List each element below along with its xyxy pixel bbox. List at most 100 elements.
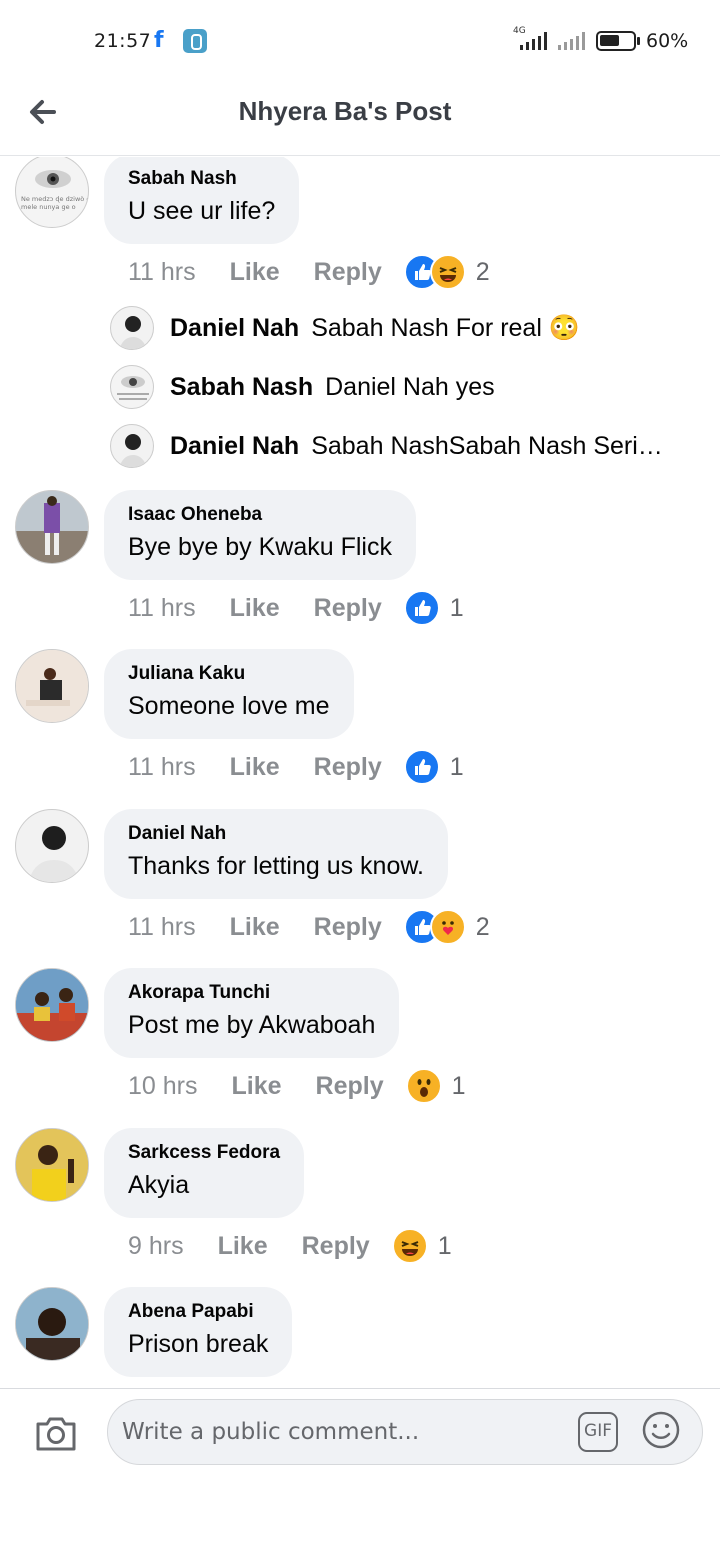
reply-button[interactable]: Reply (314, 753, 382, 782)
comment-text: Post me by Akwaboah (128, 1011, 376, 1039)
reply-button[interactable]: Reply (314, 913, 382, 942)
avatar[interactable] (15, 1287, 89, 1361)
reply-text: Sabah NashSabah Nash Seri… (311, 431, 663, 460)
reaction-count: 1 (449, 752, 464, 781)
avatar[interactable] (15, 490, 89, 564)
reply-item[interactable]: Sabah Nash Daniel Nah yes (110, 365, 495, 409)
status-time: 21:57 (94, 30, 152, 52)
reply-button[interactable]: Reply (314, 258, 382, 287)
reaction-count: 1 (449, 593, 464, 622)
like-button[interactable]: Like (230, 258, 280, 287)
battery-icon (596, 31, 640, 51)
like-button[interactable]: Like (218, 1232, 268, 1261)
comments-list: Ne medzɔ ɖe dziwò o mele nunya ge o Saba… (0, 157, 720, 1387)
reaction-count: 2 (475, 912, 490, 941)
comment-author[interactable]: Sabah Nash (128, 168, 275, 190)
app-notification-icon (183, 29, 207, 53)
status-bar: 21:57 f 4G 60% (0, 0, 720, 80)
emoji-button[interactable] (641, 1410, 681, 1450)
comment-time: 11 hrs (128, 752, 196, 781)
battery-fill (600, 35, 619, 46)
comment-actions: 10 hrs Like Reply 1 (128, 1068, 466, 1104)
like-reaction-icon (403, 749, 440, 785)
reply-button[interactable]: Reply (314, 594, 382, 623)
comment-time: 10 hrs (128, 1071, 198, 1100)
comment-bubble[interactable]: Akorapa Tunchi Post me by Akwaboah (104, 968, 400, 1058)
reply-item[interactable]: Daniel Nah Sabah Nash For real 😳 (110, 306, 580, 350)
signal-strength-sim2-icon (556, 32, 586, 50)
eye-drawing-icon: Ne medzɔ ɖe dziwò o mele nunya ge o (21, 170, 89, 211)
comment-time: 11 hrs (128, 912, 196, 941)
comment-bubble[interactable]: Daniel Nah Thanks for letting us know. (104, 809, 448, 899)
camera-button[interactable] (34, 1413, 78, 1453)
like-button[interactable]: Like (231, 1072, 281, 1101)
avatar[interactable] (110, 365, 154, 409)
camera-icon (36, 1417, 76, 1451)
comment-bubble[interactable]: Sarkcess Fedora Akyia (104, 1128, 305, 1218)
comment-author[interactable]: Akorapa Tunchi (128, 982, 375, 1004)
reaction-summary[interactable]: 1 (405, 1068, 466, 1104)
reply-button[interactable]: Reply (302, 1232, 370, 1261)
reaction-count: 1 (451, 1071, 466, 1100)
page-title: Nhyera Ba's Post (238, 96, 452, 126)
comment-author[interactable]: Sarkcess Fedora (128, 1142, 280, 1164)
like-button[interactable]: Like (230, 753, 280, 782)
reply-author[interactable]: Sabah Nash (170, 373, 313, 402)
comment-text: Bye bye by Kwaku Flick (128, 533, 392, 561)
avatar[interactable] (15, 1128, 89, 1202)
avatar[interactable]: Ne medzɔ ɖe dziwò o mele nunya ge o (15, 157, 89, 228)
svg-text:Ne medzɔ ɖe dziwò o: Ne medzɔ ɖe dziwò o (21, 195, 89, 203)
avatar[interactable] (110, 306, 154, 350)
comment-input-container[interactable]: GIF (107, 1399, 703, 1465)
comment-author[interactable]: Abena Papabi (128, 1301, 268, 1323)
comment-text: Akyia (128, 1171, 190, 1199)
reaction-count: 2 (475, 257, 490, 286)
svg-text:mele nunya ge o: mele nunya ge o (21, 203, 76, 211)
reply-author[interactable]: Daniel Nah (170, 432, 299, 461)
comment-actions: 9 hrs Like Reply 1 (128, 1228, 452, 1264)
reaction-summary[interactable]: 1 (403, 749, 464, 785)
comment-time: 11 hrs (128, 257, 196, 286)
comment-input[interactable] (122, 1412, 562, 1452)
care-reaction-icon (429, 909, 466, 945)
avatar[interactable] (15, 809, 89, 883)
gif-button[interactable]: GIF (578, 1412, 618, 1452)
comment-text: Thanks for letting us know. (128, 852, 424, 880)
like-button[interactable]: Like (230, 913, 280, 942)
comment-actions: 11 hrs Like Reply 1 (128, 590, 464, 626)
reply-author[interactable]: Daniel Nah (170, 314, 299, 343)
reaction-summary[interactable]: 2 (403, 254, 490, 290)
comment-time: 11 hrs (128, 593, 196, 622)
avatar[interactable] (15, 968, 89, 1042)
reaction-count: 1 (437, 1231, 452, 1260)
emoji-icon (642, 1411, 680, 1449)
battery-percentage: 60% (646, 30, 689, 52)
comment-composer: GIF (0, 1388, 720, 1560)
comment-author[interactable]: Juliana Kaku (128, 663, 330, 685)
like-button[interactable]: Like (230, 594, 280, 623)
comment-actions: 11 hrs Like Reply 2 (128, 909, 490, 945)
facebook-notification-icon: f (154, 28, 164, 53)
haha-reaction-icon (391, 1228, 428, 1264)
comment-bubble[interactable]: Juliana Kaku Someone love me (104, 649, 354, 739)
comment-bubble[interactable]: Sabah Nash U see ur life? (104, 157, 300, 244)
comment-text: Prison break (128, 1330, 269, 1358)
wow-reaction-icon (405, 1068, 442, 1104)
reaction-summary[interactable]: 1 (403, 590, 464, 626)
comment-time: 9 hrs (128, 1231, 184, 1260)
comment-author[interactable]: Daniel Nah (128, 823, 424, 845)
comment-text: U see ur life? (128, 197, 276, 225)
comment-bubble[interactable]: Abena Papabi Prison break (104, 1287, 293, 1377)
reply-text: Sabah Nash For real 😳 (311, 313, 580, 342)
reaction-summary[interactable]: 1 (391, 1228, 452, 1264)
comment-bubble[interactable]: Isaac Oheneba Bye bye by Kwaku Flick (104, 490, 416, 580)
reply-item[interactable]: Daniel Nah Sabah NashSabah Nash Seri… (110, 424, 663, 468)
comment-author[interactable]: Isaac Oheneba (128, 504, 392, 526)
reaction-summary[interactable]: 2 (403, 909, 490, 945)
avatar[interactable] (110, 424, 154, 468)
reply-button[interactable]: Reply (316, 1072, 384, 1101)
comment-actions: 11 hrs Like Reply 1 (128, 749, 464, 785)
avatar[interactable] (15, 649, 89, 723)
like-reaction-icon (403, 590, 440, 626)
post-header: Nhyera Ba's Post (0, 80, 720, 156)
